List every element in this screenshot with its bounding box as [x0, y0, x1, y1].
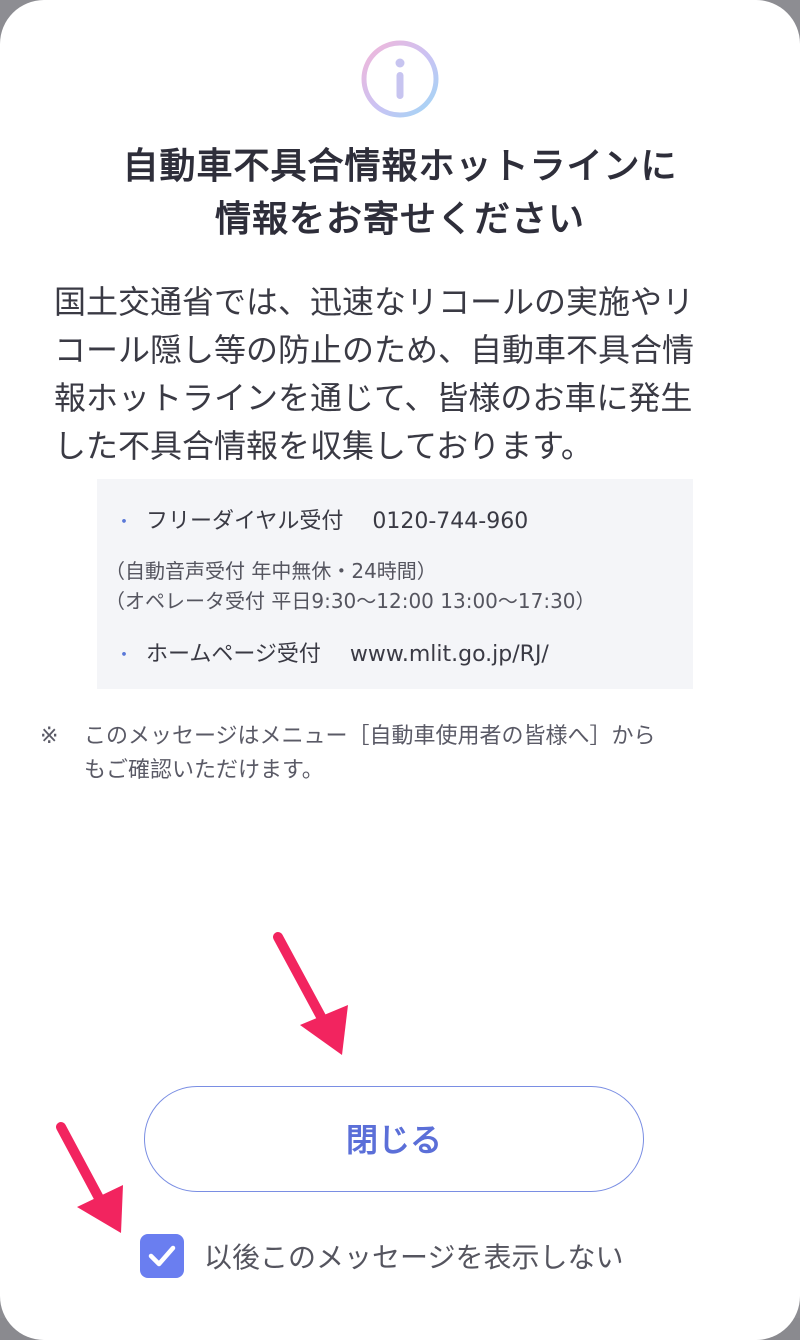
annotation-arrow-icon	[56, 1122, 123, 1233]
web-contact-row: ・ ホームページ受付 www.mlit.go.jp/RJ/	[115, 636, 549, 668]
dialog-title-line: 情報をお寄せください	[214, 199, 585, 240]
phone-number[interactable]: 0120-744-960	[372, 509, 528, 534]
body-line: コール隠し等の防止のため、自動車不具合情	[54, 331, 695, 369]
web-url-link[interactable]: www.mlit.go.jp/RJ/	[350, 642, 549, 667]
body-line: した不具合情報を収集しております。	[54, 427, 593, 465]
info-icon	[361, 40, 439, 118]
footnote-mark: ※	[40, 724, 59, 749]
dialog-title: 自動車不具合情報ホットラインに 情報をお寄せください	[40, 140, 760, 246]
footnote-line: もご確認いただけます。	[84, 758, 324, 783]
dont-show-checkbox[interactable]	[140, 1234, 184, 1278]
phone-note: （自動音声受付 年中無休・24時間）	[105, 559, 437, 583]
phone-note: （オペレータ受付 平日9:30～12:00 13:00～17:30）	[105, 589, 596, 613]
footnote-line: このメッセージはメニュー［自動車使用者の皆様へ］から	[84, 724, 656, 749]
body-line: 国土交通省では、迅速なリコールの実施やリ	[54, 283, 695, 321]
dont-show-label: 以後このメッセージを表示しない	[204, 1241, 624, 1274]
close-button[interactable]: 閉じる	[144, 1086, 644, 1192]
checkmark-icon	[148, 1245, 176, 1267]
phone-contact-row: ・ フリーダイヤル受付 0120-744-960	[115, 503, 528, 535]
dialog-title-line: 自動車不具合情報ホットラインに	[122, 146, 678, 187]
annotation-arrow-icon	[273, 932, 348, 1055]
dialog-body: 国土交通省では、迅速なリコールの実施やリ コール隠し等の防止のため、自動車不具合…	[54, 278, 754, 470]
contact-info-box: ・ フリーダイヤル受付 0120-744-960 （自動音声受付 年中無休・24…	[97, 479, 693, 689]
phone-label: フリーダイヤル受付	[146, 509, 344, 534]
bullet: ・	[115, 512, 133, 533]
body-line: 報ホットラインを通じて、皆様のお車に発生	[54, 379, 693, 417]
bullet: ・	[115, 645, 133, 666]
footnote-text: このメッセージはメニュー［自動車使用者の皆様へ］から もご確認いただけます。	[84, 720, 754, 788]
web-label: ホームページ受付	[146, 642, 321, 667]
